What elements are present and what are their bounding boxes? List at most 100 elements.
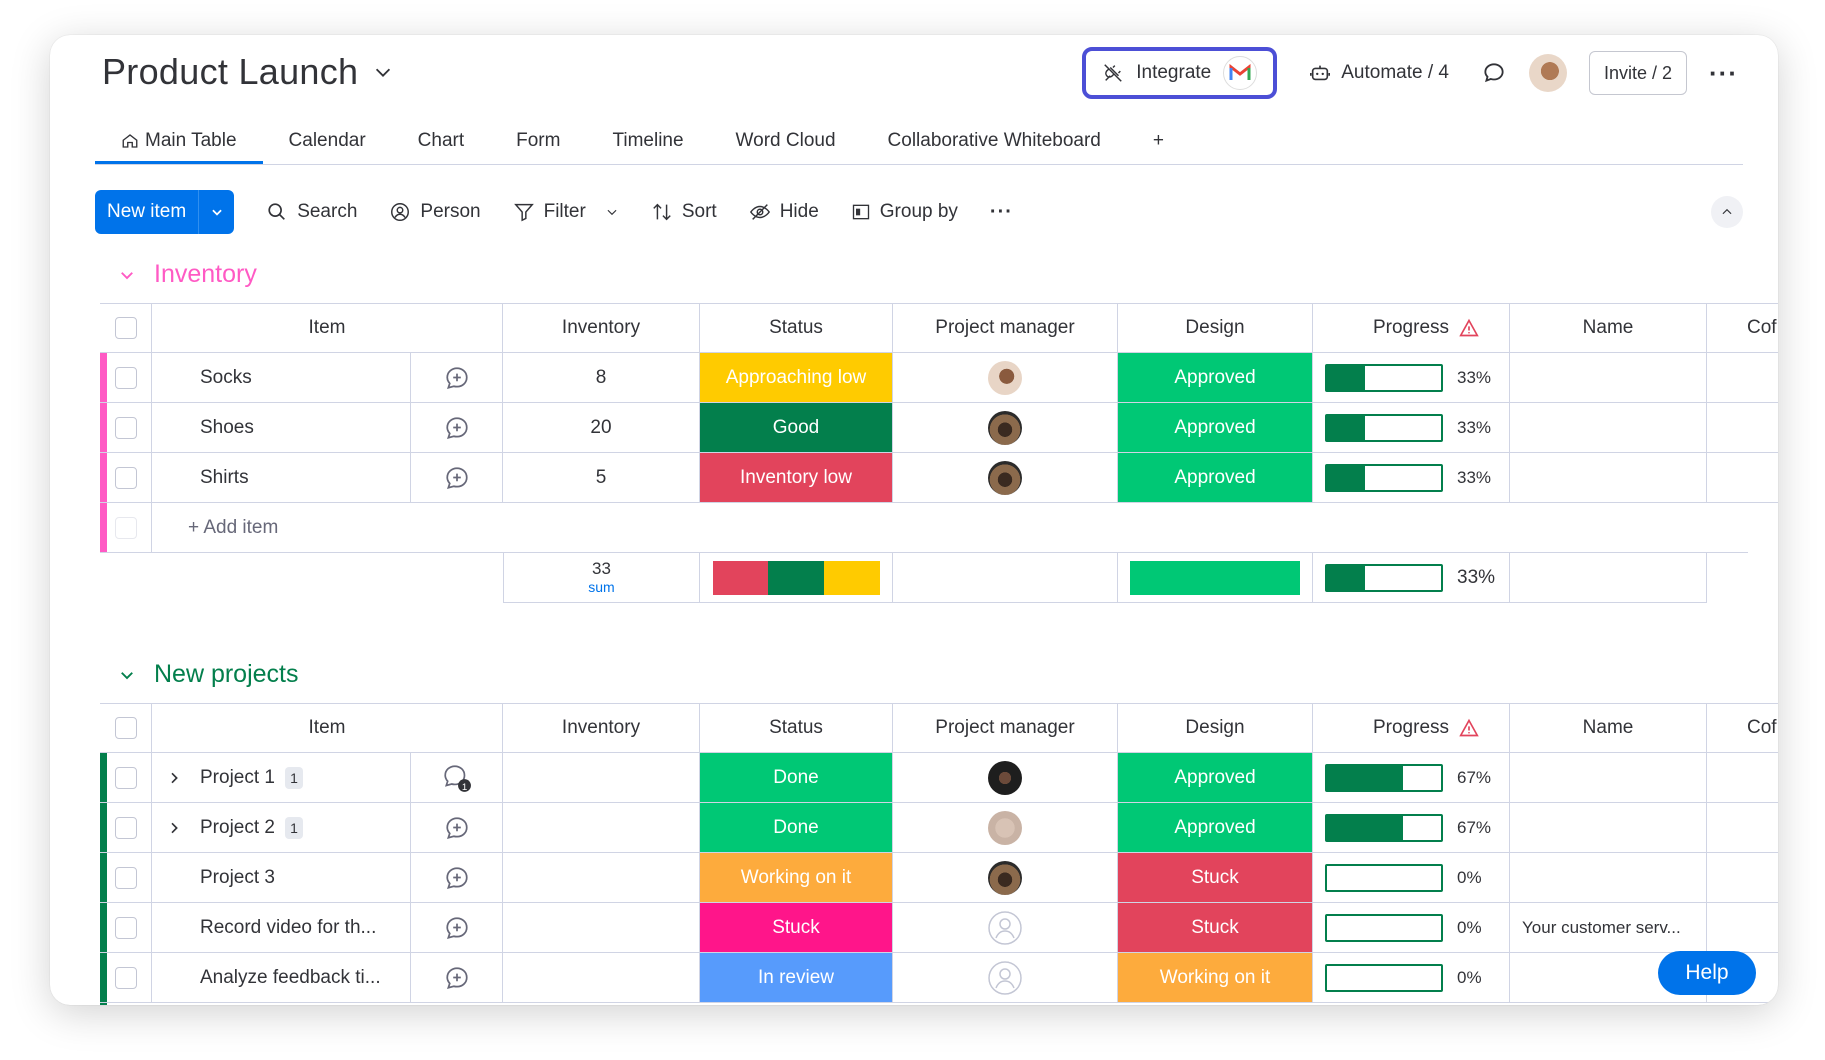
column-header-project-manager[interactable]: Project manager xyxy=(893,703,1118,753)
item-name-cell[interactable]: Record video for th... xyxy=(152,903,411,953)
add-update-button[interactable] xyxy=(411,453,503,503)
status-cell[interactable]: Working on it xyxy=(700,853,893,903)
search-button[interactable]: Search xyxy=(266,201,357,223)
column-header-cof[interactable]: Cof xyxy=(1707,303,1778,353)
item-name-cell[interactable]: Project 3 xyxy=(152,853,411,903)
add-update-button[interactable] xyxy=(411,853,503,903)
add-item-row[interactable]: + Add item xyxy=(100,503,1748,553)
item-name-cell[interactable]: Shoes xyxy=(152,403,411,453)
column-header-inventory[interactable]: Inventory xyxy=(503,703,700,753)
design-cell[interactable]: Approved xyxy=(1118,803,1313,853)
more-options-icon[interactable]: ··· xyxy=(1709,58,1738,89)
name-cell[interactable] xyxy=(1510,403,1707,453)
design-cell[interactable]: Stuck xyxy=(1118,853,1313,903)
status-cell[interactable]: In review xyxy=(700,953,893,1003)
tab-chart[interactable]: Chart xyxy=(392,130,490,164)
checkbox[interactable] xyxy=(114,466,137,489)
automate-button[interactable]: Automate / 4 xyxy=(1299,62,1459,84)
row-checkbox[interactable] xyxy=(100,403,152,453)
column-header-design[interactable]: Design xyxy=(1118,303,1313,353)
table-row[interactable]: Socks 8 Approaching low Approved 33% xyxy=(100,353,1778,403)
tab-collaborative-whiteboard[interactable]: Collaborative Whiteboard xyxy=(862,130,1127,164)
column-header-status[interactable]: Status xyxy=(700,303,893,353)
checkbox[interactable] xyxy=(114,317,137,339)
chevron-down-icon[interactable] xyxy=(605,205,619,219)
project-manager-cell[interactable] xyxy=(893,403,1118,453)
chevron-right-icon[interactable] xyxy=(166,770,182,786)
design-cell[interactable]: Approved xyxy=(1118,753,1313,803)
inventory-cell[interactable] xyxy=(503,903,700,953)
group-header-inventory[interactable]: Inventory xyxy=(118,260,257,289)
checkbox[interactable] xyxy=(114,766,137,789)
table-row[interactable]: Shoes 20 Good Approved 33% xyxy=(100,403,1778,453)
add-update-button[interactable] xyxy=(411,803,503,853)
column-header-status[interactable]: Status xyxy=(700,703,893,753)
hide-button[interactable]: Hide xyxy=(749,201,819,223)
cof-cell[interactable] xyxy=(1707,753,1778,803)
add-view-button[interactable]: + xyxy=(1127,130,1190,164)
name-cell[interactable] xyxy=(1510,803,1707,853)
table-row[interactable]: Project 2 1 Done Approved 67% xyxy=(100,803,1778,853)
group-header-new-projects[interactable]: New projects xyxy=(118,660,299,689)
chevron-down-icon[interactable] xyxy=(118,666,136,684)
status-cell[interactable]: Done xyxy=(700,803,893,853)
cof-cell[interactable] xyxy=(1707,403,1778,453)
project-manager-cell[interactable] xyxy=(893,903,1118,953)
design-cell[interactable]: Approved xyxy=(1118,353,1313,403)
inventory-cell[interactable]: 8 xyxy=(503,353,700,403)
column-header-item[interactable]: Item xyxy=(152,703,503,753)
collapse-toolbar-button[interactable] xyxy=(1711,196,1743,228)
project-manager-cell[interactable] xyxy=(893,803,1118,853)
add-item-input[interactable]: + Add item xyxy=(152,503,1748,553)
user-avatar[interactable] xyxy=(1528,54,1567,92)
column-header-progress[interactable]: Progress xyxy=(1313,303,1510,353)
design-cell[interactable]: Working on it xyxy=(1118,953,1313,1003)
tab-main-table[interactable]: Main Table xyxy=(95,130,263,164)
board-title[interactable]: Product Launch xyxy=(102,51,394,93)
inventory-cell[interactable] xyxy=(503,753,700,803)
table-row[interactable]: Project 3 Working on it Stuck 0% xyxy=(100,853,1778,903)
design-cell[interactable]: Approved xyxy=(1118,453,1313,503)
cof-cell[interactable] xyxy=(1707,903,1778,953)
add-update-button[interactable] xyxy=(411,403,503,453)
name-cell[interactable] xyxy=(1510,753,1707,803)
chevron-down-icon[interactable] xyxy=(118,266,136,284)
name-cell[interactable] xyxy=(1510,353,1707,403)
inventory-cell[interactable]: 20 xyxy=(503,403,700,453)
project-manager-cell[interactable] xyxy=(893,353,1118,403)
design-cell[interactable]: Stuck xyxy=(1118,903,1313,953)
project-manager-cell[interactable] xyxy=(893,753,1118,803)
column-header-design[interactable]: Design xyxy=(1118,703,1313,753)
person-filter-button[interactable]: Person xyxy=(389,201,481,223)
inventory-cell[interactable] xyxy=(503,803,700,853)
select-all-checkbox[interactable] xyxy=(100,703,152,753)
row-checkbox[interactable] xyxy=(100,753,152,803)
status-cell[interactable]: Stuck xyxy=(700,903,893,953)
chat-icon[interactable] xyxy=(1481,60,1507,86)
project-manager-cell[interactable] xyxy=(893,453,1118,503)
new-item-dropdown[interactable] xyxy=(198,190,234,234)
status-cell[interactable]: Good xyxy=(700,403,893,453)
add-update-button[interactable] xyxy=(411,903,503,953)
item-name-cell[interactable]: Socks xyxy=(152,353,411,403)
item-name-cell[interactable]: Project 2 1 xyxy=(152,803,411,853)
cof-cell[interactable] xyxy=(1707,803,1778,853)
name-cell[interactable] xyxy=(1510,853,1707,903)
help-button[interactable]: Help xyxy=(1658,951,1756,995)
group-by-button[interactable]: Group by xyxy=(851,201,958,223)
new-item-button[interactable]: New item xyxy=(95,190,235,234)
column-header-inventory[interactable]: Inventory xyxy=(503,303,700,353)
add-update-button[interactable] xyxy=(411,353,503,403)
status-cell[interactable]: Inventory low xyxy=(700,453,893,503)
project-manager-cell[interactable] xyxy=(893,953,1118,1003)
chevron-down-icon[interactable] xyxy=(372,61,394,83)
row-checkbox[interactable] xyxy=(100,853,152,903)
checkbox[interactable] xyxy=(114,717,137,739)
inventory-cell[interactable] xyxy=(503,953,700,1003)
inventory-cell[interactable] xyxy=(503,853,700,903)
row-checkbox[interactable] xyxy=(100,903,152,953)
integrate-button[interactable]: Integrate xyxy=(1082,47,1278,99)
column-header-project-manager[interactable]: Project manager xyxy=(893,303,1118,353)
sort-button[interactable]: Sort xyxy=(651,201,717,223)
column-header-cof[interactable]: Cof xyxy=(1707,703,1778,753)
